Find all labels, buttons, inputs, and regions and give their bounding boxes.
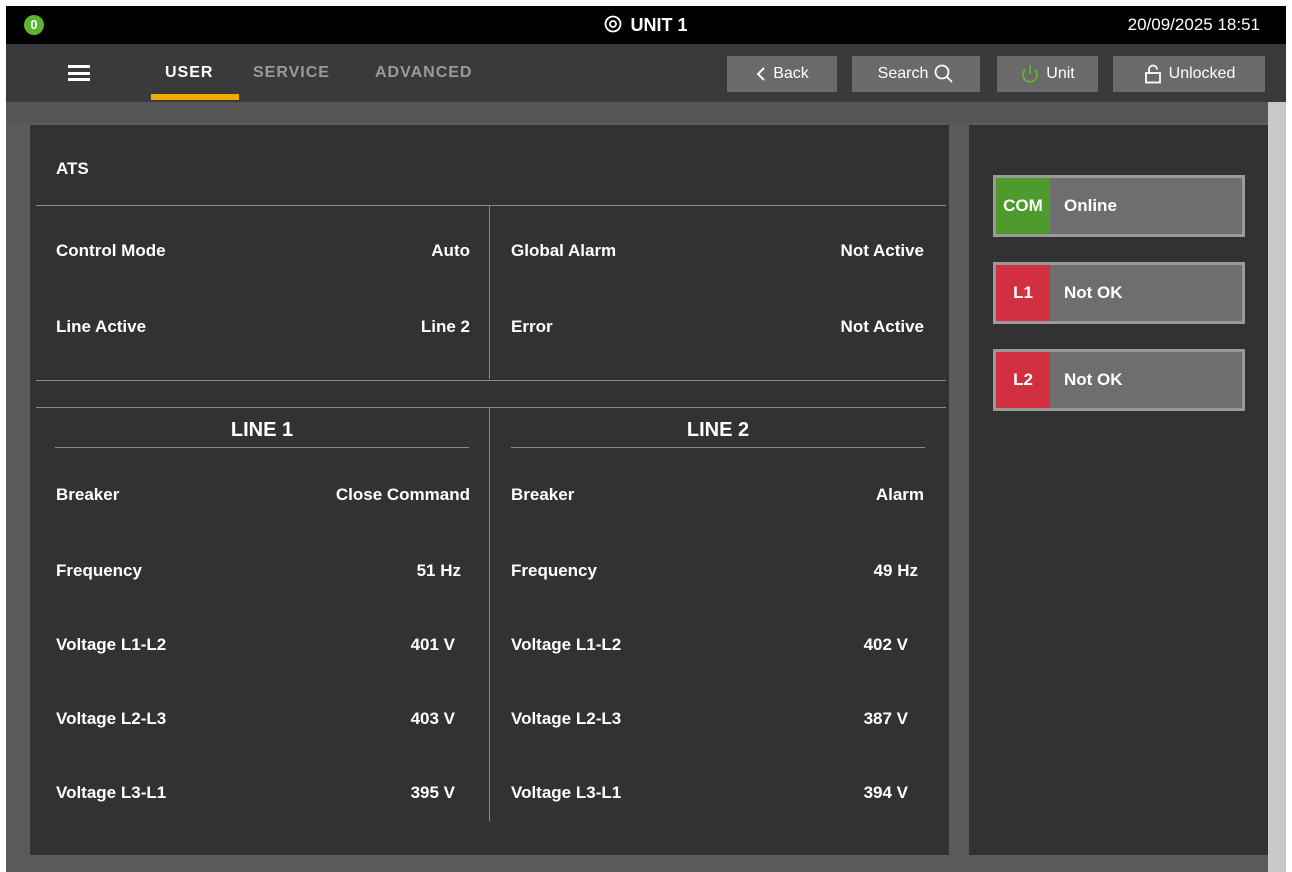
lock-label: Unlocked [1168,65,1236,82]
background-edge [1268,102,1286,872]
divider [36,380,946,381]
com-status[interactable]: COM Online [993,175,1245,237]
tab-service[interactable]: SERVICE [253,44,330,102]
line1-voltage-l1l2-value: 401 V [410,635,455,654]
line1-voltage-l3l1-label: Voltage L3-L1 [56,783,167,802]
line1-breaker-value: Close Command [335,485,470,504]
l1-status-text: Not OK [1064,283,1123,302]
unit-title-text: UNIT 1 [630,14,688,35]
line2-frequency-label: Frequency [511,561,597,580]
line1-voltage-l1l2-label: Voltage L1-L2 [56,635,167,654]
lock-button[interactable]: Unlocked [1113,56,1265,92]
line2-voltage-l2l3-value: 387 V [863,709,908,728]
l2-tag: L2 [996,352,1050,408]
tab-advanced[interactable]: ADVANCED [375,44,472,102]
line1-voltage-l3l1-value: 395 V [410,783,455,802]
line1-voltage-l2l3-label: Voltage L2-L3 [56,709,167,728]
global-alarm-label: Global Alarm [511,241,617,260]
status-bar: 0 UNIT 1 20/09/2025 18:51 [6,6,1286,44]
back-label: Back [773,65,809,82]
line2-voltage-l1l2-value: 402 V [863,635,908,654]
nav-bar: USER SERVICE ADVANCED Back Search Unit U… [6,44,1286,102]
line1-breaker-label: Breaker [56,485,120,504]
active-tab-indicator [151,94,239,100]
line2-voltage-l3l1-label: Voltage L3-L1 [511,783,622,802]
search-label: Search [877,65,929,82]
line2-voltage-l3l1-value: 394 V [863,783,908,802]
line2-title: LINE 2 [686,419,750,441]
notification-badge[interactable]: 0 [24,15,44,35]
divider [36,407,946,408]
l2-status-text: Not OK [1064,370,1123,389]
panel-title: ATS [56,159,89,178]
search-icon [934,64,953,83]
l2-status[interactable]: L2 Not OK [993,349,1245,411]
line1-frequency-value: 51 Hz [416,561,461,580]
divider [511,447,925,448]
header-band [6,102,1286,122]
line1-voltage-l2l3-value: 403 V [410,709,455,728]
unit-label: Unit [1046,65,1075,82]
ats-panel: ATS Control Mode Auto Line Active Line 2… [30,125,949,855]
unit-title: UNIT 1 [566,6,726,44]
hmi-screen: 0 UNIT 1 20/09/2025 18:51 USER SERVICE A… [6,6,1286,872]
l1-tag: L1 [996,265,1050,321]
error-label: Error [511,317,553,336]
line1-frequency-label: Frequency [56,561,142,580]
back-button[interactable]: Back [727,56,837,92]
line2-breaker-value: Alarm [875,485,924,504]
com-tag: COM [996,178,1050,234]
search-button[interactable]: Search [852,56,980,92]
error-value: Not Active [840,317,924,336]
line-active-value: Line 2 [420,317,470,336]
divider [36,205,946,206]
power-icon [1022,65,1039,83]
com-status-text: Online [1064,196,1117,215]
unit-power-button[interactable]: Unit [997,56,1098,92]
datetime: 20/09/2025 18:51 [1127,15,1260,34]
location-pin-icon [605,15,622,33]
control-mode-value: Auto [431,241,470,260]
line-active-label: Line Active [56,317,147,336]
l1-status[interactable]: L1 Not OK [993,262,1245,324]
unlock-icon [1144,64,1161,84]
divider [489,407,490,821]
divider [489,205,490,379]
control-mode-label: Control Mode [56,241,166,260]
divider [55,447,469,448]
line2-frequency-value: 49 Hz [873,561,918,580]
line2-breaker-label: Breaker [511,485,575,504]
hamburger-menu-icon[interactable] [68,65,90,81]
status-panel: COM Online L1 Not OK L2 Not OK [969,125,1268,855]
chevron-left-icon [756,67,765,81]
global-alarm-value: Not Active [840,241,924,260]
line2-voltage-l1l2-label: Voltage L1-L2 [511,635,622,654]
line2-voltage-l2l3-label: Voltage L2-L3 [511,709,622,728]
line1-title: LINE 1 [230,419,294,441]
